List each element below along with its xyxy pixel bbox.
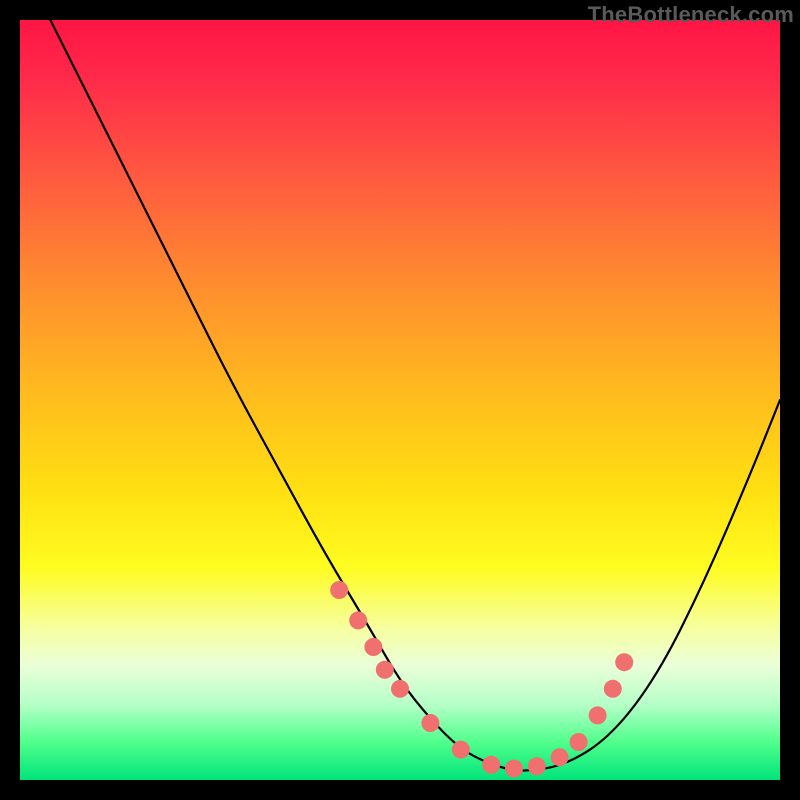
highlight-dot	[349, 611, 367, 629]
highlight-dot	[452, 741, 470, 759]
chart-svg	[20, 20, 780, 780]
highlight-dot	[615, 653, 633, 671]
highlight-dot	[482, 756, 500, 774]
highlight-dot	[391, 680, 409, 698]
highlight-dot	[570, 733, 588, 751]
highlight-dot	[376, 661, 394, 679]
highlight-dot	[528, 757, 546, 775]
highlight-dot	[604, 680, 622, 698]
highlight-dot	[589, 706, 607, 724]
highlight-dot	[364, 638, 382, 656]
bottleneck-curve-path	[50, 20, 780, 771]
highlight-dot	[505, 760, 523, 778]
highlight-dot	[551, 748, 569, 766]
highlight-dot	[330, 581, 348, 599]
highlight-dots-group	[330, 581, 633, 778]
highlight-dot	[421, 714, 439, 732]
